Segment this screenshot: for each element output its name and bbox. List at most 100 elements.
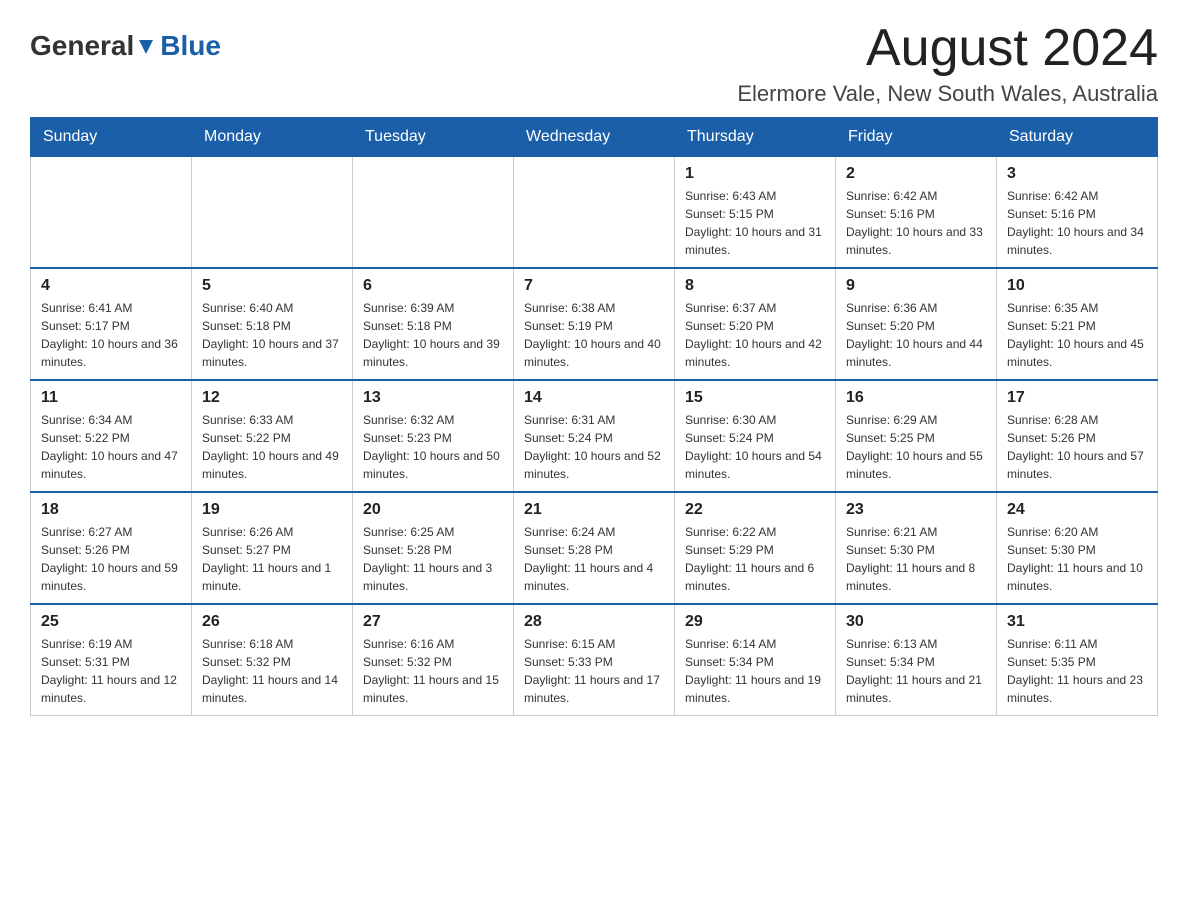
day-info: Sunrise: 6:29 AM Sunset: 5:25 PM Dayligh… [846, 411, 986, 483]
day-number: 28 [524, 613, 664, 631]
page-header: General Blue August 2024 Elermore Vale, … [30, 20, 1158, 107]
day-info: Sunrise: 6:24 AM Sunset: 5:28 PM Dayligh… [524, 523, 664, 595]
day-number: 20 [363, 501, 503, 519]
calendar-cell: 18 Sunrise: 6:27 AM Sunset: 5:26 PM Dayli… [31, 492, 192, 604]
calendar-cell: 22 Sunrise: 6:22 AM Sunset: 5:29 PM Dayli… [675, 492, 836, 604]
calendar-cell [31, 157, 192, 269]
calendar-week-row: 18 Sunrise: 6:27 AM Sunset: 5:26 PM Dayli… [31, 492, 1158, 604]
calendar-week-row: 25 Sunrise: 6:19 AM Sunset: 5:31 PM Dayli… [31, 604, 1158, 716]
calendar-cell: 13Sunrise: 6:32 AM Sunset: 5:23 PM Dayli… [353, 380, 514, 492]
calendar-cell: 14 Sunrise: 6:31 AM Sunset: 5:24 PM Dayli… [514, 380, 675, 492]
day-number: 30 [846, 613, 986, 631]
day-number: 27 [363, 613, 503, 631]
column-header-saturday: Saturday [997, 118, 1158, 157]
calendar-cell: 12Sunrise: 6:33 AM Sunset: 5:22 PM Dayli… [192, 380, 353, 492]
title-area: August 2024 Elermore Vale, New South Wal… [737, 20, 1158, 107]
day-number: 3 [1007, 165, 1147, 183]
calendar-header-row: SundayMondayTuesdayWednesdayThursdayFrid… [31, 118, 1158, 157]
calendar-cell: 19 Sunrise: 6:26 AM Sunset: 5:27 PM Dayli… [192, 492, 353, 604]
day-info: Sunrise: 6:40 AM Sunset: 5:18 PM Dayligh… [202, 299, 342, 371]
day-number: 17 [1007, 389, 1147, 407]
calendar-cell: 26 Sunrise: 6:18 AM Sunset: 5:32 PM Dayli… [192, 604, 353, 716]
day-info: Sunrise: 6:19 AM Sunset: 5:31 PM Dayligh… [41, 635, 181, 707]
column-header-wednesday: Wednesday [514, 118, 675, 157]
calendar-cell: 21 Sunrise: 6:24 AM Sunset: 5:28 PM Dayli… [514, 492, 675, 604]
day-number: 11 [41, 389, 181, 407]
day-info: Sunrise: 6:30 AM Sunset: 5:24 PM Dayligh… [685, 411, 825, 483]
day-info: Sunrise: 6:13 AM Sunset: 5:34 PM Dayligh… [846, 635, 986, 707]
day-info: Sunrise: 6:21 AM Sunset: 5:30 PM Dayligh… [846, 523, 986, 595]
day-info: Sunrise: 6:18 AM Sunset: 5:32 PM Dayligh… [202, 635, 342, 707]
calendar-cell: 24 Sunrise: 6:20 AM Sunset: 5:30 PM Dayli… [997, 492, 1158, 604]
calendar-cell [514, 157, 675, 269]
calendar-cell: 9 Sunrise: 6:36 AM Sunset: 5:20 PM Daylig… [836, 268, 997, 380]
calendar-cell: 7 Sunrise: 6:38 AM Sunset: 5:19 PM Daylig… [514, 268, 675, 380]
day-info: Sunrise: 6:42 AM Sunset: 5:16 PM Dayligh… [1007, 187, 1147, 259]
calendar-cell: 27Sunrise: 6:16 AM Sunset: 5:32 PM Dayli… [353, 604, 514, 716]
location-title: Elermore Vale, New South Wales, Australi… [737, 81, 1158, 107]
day-number: 6 [363, 277, 503, 295]
day-info: Sunrise: 6:22 AM Sunset: 5:29 PM Dayligh… [685, 523, 825, 595]
calendar-cell: 17 Sunrise: 6:28 AM Sunset: 5:26 PM Dayli… [997, 380, 1158, 492]
calendar-week-row: 4 Sunrise: 6:41 AM Sunset: 5:17 PM Daylig… [31, 268, 1158, 380]
day-info: Sunrise: 6:38 AM Sunset: 5:19 PM Dayligh… [524, 299, 664, 371]
calendar-cell: 31 Sunrise: 6:11 AM Sunset: 5:35 PM Dayli… [997, 604, 1158, 716]
day-number: 31 [1007, 613, 1147, 631]
day-number: 8 [685, 277, 825, 295]
calendar-cell: 8Sunrise: 6:37 AM Sunset: 5:20 PM Daylig… [675, 268, 836, 380]
column-header-sunday: Sunday [31, 118, 192, 157]
day-number: 7 [524, 277, 664, 295]
day-number: 22 [685, 501, 825, 519]
day-number: 1 [685, 165, 825, 183]
day-info: Sunrise: 6:31 AM Sunset: 5:24 PM Dayligh… [524, 411, 664, 483]
calendar-cell: 16Sunrise: 6:29 AM Sunset: 5:25 PM Dayli… [836, 380, 997, 492]
day-info: Sunrise: 6:35 AM Sunset: 5:21 PM Dayligh… [1007, 299, 1147, 371]
column-header-thursday: Thursday [675, 118, 836, 157]
calendar-cell: 1 Sunrise: 6:43 AM Sunset: 5:15 PM Daylig… [675, 157, 836, 269]
day-number: 23 [846, 501, 986, 519]
day-number: 21 [524, 501, 664, 519]
day-info: Sunrise: 6:27 AM Sunset: 5:26 PM Dayligh… [41, 523, 181, 595]
day-number: 19 [202, 501, 342, 519]
day-number: 4 [41, 277, 181, 295]
day-number: 24 [1007, 501, 1147, 519]
calendar-cell: 10 Sunrise: 6:35 AM Sunset: 5:21 PM Dayli… [997, 268, 1158, 380]
day-info: Sunrise: 6:28 AM Sunset: 5:26 PM Dayligh… [1007, 411, 1147, 483]
day-number: 13 [363, 389, 503, 407]
day-info: Sunrise: 6:34 AM Sunset: 5:22 PM Dayligh… [41, 411, 181, 483]
calendar-week-row: 1 Sunrise: 6:43 AM Sunset: 5:15 PM Daylig… [31, 157, 1158, 269]
day-info: Sunrise: 6:42 AM Sunset: 5:16 PM Dayligh… [846, 187, 986, 259]
logo: General Blue [30, 30, 221, 62]
day-info: Sunrise: 6:36 AM Sunset: 5:20 PM Dayligh… [846, 299, 986, 371]
calendar-cell: 30 Sunrise: 6:13 AM Sunset: 5:34 PM Dayli… [836, 604, 997, 716]
day-info: Sunrise: 6:11 AM Sunset: 5:35 PM Dayligh… [1007, 635, 1147, 707]
day-number: 26 [202, 613, 342, 631]
day-number: 5 [202, 277, 342, 295]
day-info: Sunrise: 6:20 AM Sunset: 5:30 PM Dayligh… [1007, 523, 1147, 595]
day-info: Sunrise: 6:41 AM Sunset: 5:17 PM Dayligh… [41, 299, 181, 371]
day-number: 25 [41, 613, 181, 631]
column-header-tuesday: Tuesday [353, 118, 514, 157]
calendar-cell: 28 Sunrise: 6:15 AM Sunset: 5:33 PM Dayli… [514, 604, 675, 716]
calendar-cell: 11 Sunrise: 6:34 AM Sunset: 5:22 PM Dayli… [31, 380, 192, 492]
calendar-cell: 3 Sunrise: 6:42 AM Sunset: 5:16 PM Daylig… [997, 157, 1158, 269]
calendar-table: SundayMondayTuesdayWednesdayThursdayFrid… [30, 117, 1158, 716]
calendar-week-row: 11 Sunrise: 6:34 AM Sunset: 5:22 PM Dayli… [31, 380, 1158, 492]
day-number: 10 [1007, 277, 1147, 295]
day-number: 18 [41, 501, 181, 519]
month-title: August 2024 [737, 20, 1158, 77]
column-header-monday: Monday [192, 118, 353, 157]
day-number: 15 [685, 389, 825, 407]
logo-blue-text: Blue [160, 30, 221, 62]
day-number: 29 [685, 613, 825, 631]
day-info: Sunrise: 6:15 AM Sunset: 5:33 PM Dayligh… [524, 635, 664, 707]
day-info: Sunrise: 6:14 AM Sunset: 5:34 PM Dayligh… [685, 635, 825, 707]
day-number: 14 [524, 389, 664, 407]
day-info: Sunrise: 6:39 AM Sunset: 5:18 PM Dayligh… [363, 299, 503, 371]
calendar-cell: 20Sunrise: 6:25 AM Sunset: 5:28 PM Dayli… [353, 492, 514, 604]
calendar-cell: 23 Sunrise: 6:21 AM Sunset: 5:30 PM Dayli… [836, 492, 997, 604]
day-info: Sunrise: 6:26 AM Sunset: 5:27 PM Dayligh… [202, 523, 342, 595]
calendar-cell [353, 157, 514, 269]
day-info: Sunrise: 6:43 AM Sunset: 5:15 PM Dayligh… [685, 187, 825, 259]
day-number: 9 [846, 277, 986, 295]
